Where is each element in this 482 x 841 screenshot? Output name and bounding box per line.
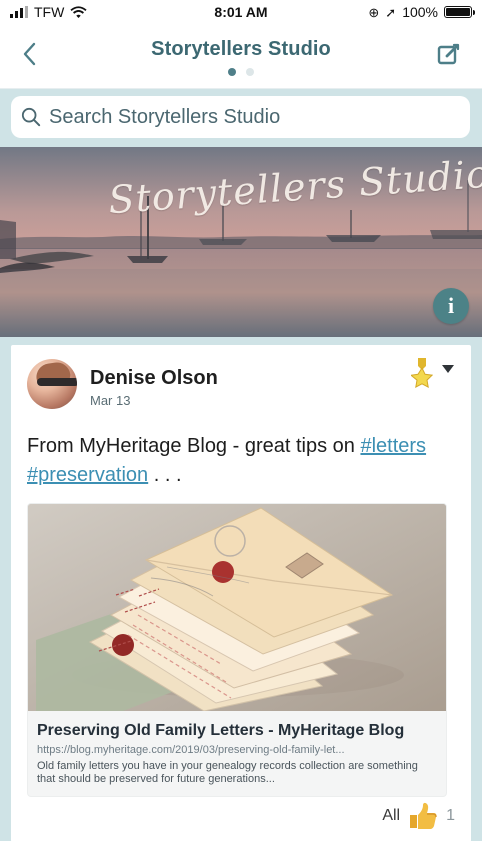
hashtag-letters[interactable]: #letters: [360, 435, 426, 457]
compose-button[interactable]: [434, 39, 464, 69]
post-feed: Denise Olson Mar 13 From MyHeritage Blog…: [0, 337, 482, 841]
star-icon[interactable]: [411, 358, 433, 392]
orientation-lock-icon: ⊕: [368, 4, 380, 20]
battery-icon: [444, 6, 475, 18]
info-button[interactable]: i: [433, 288, 469, 324]
group-banner: Storytellers Studio i: [0, 147, 482, 337]
post-text: From MyHeritage Blog - great tips on #le…: [27, 432, 437, 490]
app-screen: TFW 8:01 AM ⊕ ➚ 100% Storytellers Studio: [0, 0, 482, 841]
chevron-down-icon[interactable]: [441, 363, 455, 375]
letters-illustration: [28, 504, 446, 711]
navigation-bar: Storytellers Studio: [0, 24, 482, 89]
battery-fill: [446, 8, 470, 16]
location-icon: ➚: [385, 4, 397, 20]
thumbs-up-icon[interactable]: [408, 802, 438, 830]
search-icon: [21, 107, 41, 127]
reaction-bar: All 1: [382, 802, 455, 830]
post-card: Denise Olson Mar 13 From MyHeritage Blog…: [11, 345, 471, 841]
search-area: [0, 89, 482, 147]
status-right: ⊕ ➚ 100%: [368, 4, 475, 20]
post-date: Mar 13: [90, 393, 131, 408]
link-preview-title: Preserving Old Family Letters - MyHerita…: [37, 722, 405, 739]
author-block: Denise Olson Mar 13: [90, 359, 218, 408]
avatar[interactable]: [27, 359, 77, 409]
post-text-prefix: From MyHeritage Blog - great tips on: [27, 435, 361, 457]
reaction-count: 1: [446, 807, 455, 824]
page-indicator: [0, 68, 482, 76]
author-name[interactable]: Denise Olson: [90, 368, 218, 388]
page-dot-inactive: [246, 68, 254, 76]
info-icon: i: [447, 293, 455, 318]
link-preview-text: Preserving Old Family Letters - MyHerita…: [28, 711, 446, 796]
compose-icon: [437, 43, 460, 65]
letters-preview-image: [28, 504, 446, 711]
reaction-filter-all[interactable]: All: [382, 807, 400, 825]
status-bar: TFW 8:01 AM ⊕ ➚ 100%: [0, 0, 482, 24]
link-preview-url: https://blog.myheritage.com/2019/03/pres…: [37, 744, 345, 757]
post-header: Denise Olson Mar 13: [27, 358, 455, 417]
link-preview-card[interactable]: Preserving Old Family Letters - MyHerita…: [27, 503, 447, 798]
page-title: Storytellers Studio: [151, 38, 331, 60]
search-input[interactable]: [49, 105, 470, 129]
link-preview-description: Old family letters you have in your gene…: [37, 760, 418, 786]
page-dot-active: [228, 68, 236, 76]
hashtag-preservation[interactable]: #preservation: [27, 464, 148, 486]
search-box[interactable]: [11, 96, 470, 138]
battery-percentage: 100%: [402, 4, 438, 20]
post-text-suffix: . . .: [148, 464, 182, 486]
